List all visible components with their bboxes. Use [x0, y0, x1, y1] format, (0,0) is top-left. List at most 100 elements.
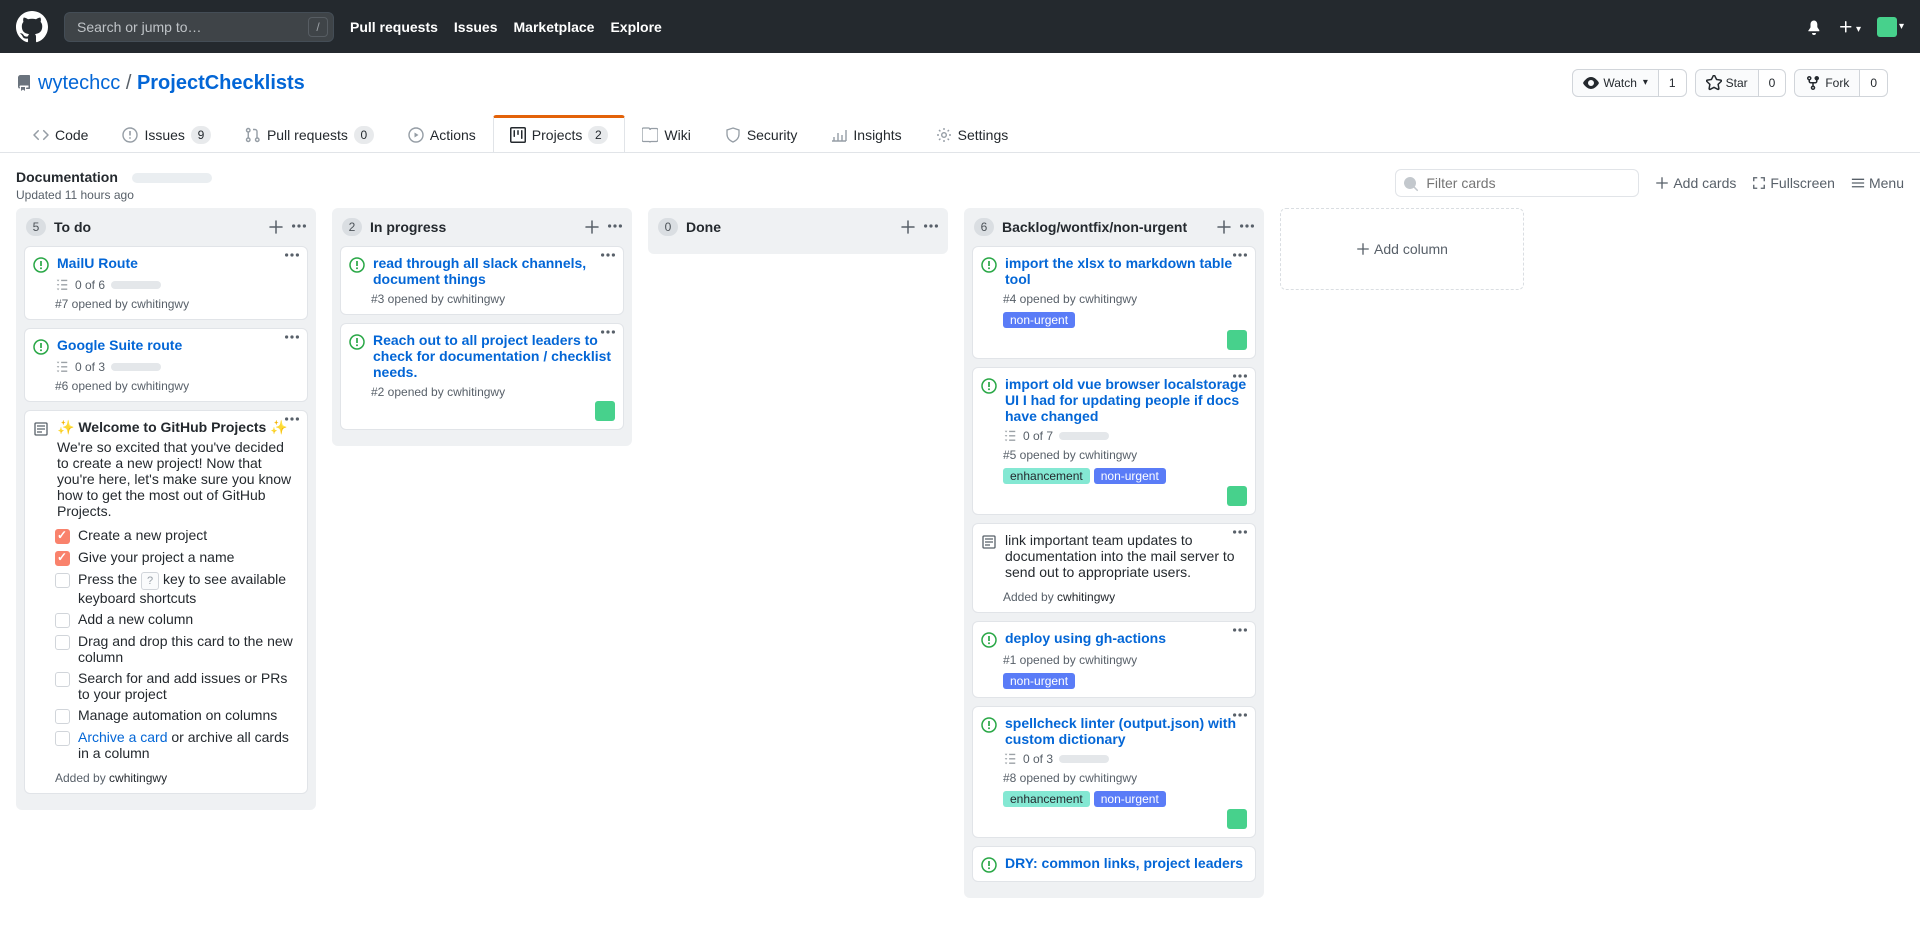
label-non-urgent[interactable]: non-urgent [1003, 673, 1075, 689]
nav-pull-requests[interactable]: Pull requests [350, 19, 438, 35]
gear-icon [936, 127, 952, 143]
tab-settings[interactable]: Settings [919, 115, 1026, 152]
label-non-urgent[interactable]: non-urgent [1094, 468, 1166, 484]
card-menu[interactable] [285, 417, 299, 421]
card-title[interactable]: DRY: common links, project leaders [1005, 855, 1243, 871]
nav-explore[interactable]: Explore [610, 19, 661, 35]
search-input[interactable] [64, 12, 334, 42]
card-issue[interactable]: read through all slack channels, documen… [340, 246, 624, 315]
checkbox-icon[interactable] [55, 731, 70, 746]
nav-issues[interactable]: Issues [454, 19, 498, 35]
label-enhancement[interactable]: enhancement [1003, 468, 1090, 484]
card-menu[interactable] [601, 253, 615, 257]
issue-open-icon [981, 257, 997, 273]
global-nav: Pull requests Issues Marketplace Explore [350, 19, 662, 35]
project-icon [510, 127, 526, 143]
column-menu[interactable] [608, 219, 622, 235]
column-menu[interactable] [292, 219, 306, 235]
checklist-item: Manage automation on columns [55, 707, 299, 724]
watch-button[interactable]: Watch▾ [1572, 69, 1659, 97]
add-cards-button[interactable]: Add cards [1655, 175, 1736, 191]
card-menu[interactable] [285, 335, 299, 339]
assignee-avatar[interactable] [1227, 809, 1247, 829]
plus-icon [1216, 219, 1232, 235]
github-logo[interactable] [16, 11, 48, 43]
column-menu[interactable] [1240, 219, 1254, 235]
assignee-avatar[interactable] [595, 401, 615, 421]
fullscreen-button[interactable]: Fullscreen [1752, 175, 1835, 191]
card-issue[interactable]: DRY: common links, project leaders [972, 846, 1256, 882]
checkbox-checked-icon[interactable] [55, 551, 70, 566]
fork-count[interactable]: 0 [1860, 69, 1888, 97]
filter-cards-input[interactable] [1395, 169, 1639, 197]
card-title[interactable]: Google Suite route [57, 337, 182, 353]
card-issue[interactable]: Reach out to all project leaders to chec… [340, 323, 624, 430]
menu-button[interactable]: Menu [1851, 175, 1904, 191]
tab-code[interactable]: Code [16, 115, 105, 152]
card-note-welcome[interactable]: ✨ Welcome to GitHub Projects ✨ We're so … [24, 410, 308, 794]
checkbox-icon[interactable] [55, 672, 70, 687]
card-issue[interactable]: spellcheck linter (output.json) with cus… [972, 706, 1256, 838]
kebab-icon [1233, 253, 1247, 257]
tab-actions[interactable]: Actions [391, 115, 493, 152]
card-title[interactable]: spellcheck linter (output.json) with cus… [1005, 715, 1247, 747]
label-non-urgent[interactable]: non-urgent [1094, 791, 1166, 807]
card-issue[interactable]: import old vue browser localstorage UI I… [972, 367, 1256, 515]
card-body: link important team updates to documenta… [1005, 532, 1247, 580]
assignee-avatar[interactable] [1227, 330, 1247, 350]
tab-insights[interactable]: Insights [814, 115, 918, 152]
card-title[interactable]: deploy using gh-actions [1005, 630, 1166, 646]
repo-name-link[interactable]: ProjectChecklists [137, 72, 305, 94]
card-menu[interactable] [1233, 530, 1247, 534]
card-issue[interactable]: Google Suite route 0 of 3 #6 opened by c… [24, 328, 308, 402]
star-button[interactable]: Star [1695, 69, 1759, 97]
assignee-avatar[interactable] [1227, 486, 1247, 506]
card-issue[interactable]: MailU Route 0 of 6 #7 opened by cwhiting… [24, 246, 308, 320]
column-add-card[interactable] [584, 219, 600, 235]
fork-button[interactable]: Fork [1794, 69, 1860, 97]
watch-count[interactable]: 1 [1659, 69, 1687, 97]
card-menu[interactable] [1233, 253, 1247, 257]
card-title[interactable]: read through all slack channels, documen… [373, 255, 615, 287]
label-enhancement[interactable]: enhancement [1003, 791, 1090, 807]
tab-security[interactable]: Security [708, 115, 815, 152]
archive-card-link[interactable]: Archive a card [78, 729, 167, 745]
add-column-button[interactable]: Add column [1280, 208, 1524, 290]
tab-projects[interactable]: Projects2 [493, 115, 626, 152]
card-title[interactable]: import the xlsx to markdown table tool [1005, 255, 1247, 287]
card-note[interactable]: link important team updates to documenta… [972, 523, 1256, 613]
column-add-card[interactable] [900, 219, 916, 235]
kebab-icon [1233, 374, 1247, 378]
column-add-card[interactable] [1216, 219, 1232, 235]
card-menu[interactable] [1233, 713, 1247, 717]
card-title[interactable]: import old vue browser localstorage UI I… [1005, 376, 1247, 424]
card-issue[interactable]: deploy using gh-actions #1 opened by cwh… [972, 621, 1256, 698]
tab-pull-requests[interactable]: Pull requests0 [228, 115, 391, 152]
column-add-card[interactable] [268, 219, 284, 235]
notifications-icon[interactable] [1806, 19, 1822, 35]
card-menu[interactable] [1233, 374, 1247, 378]
card-menu[interactable] [601, 330, 615, 334]
checkbox-icon[interactable] [55, 635, 70, 650]
column-title: In progress [370, 219, 446, 235]
star-count[interactable]: 0 [1759, 69, 1787, 97]
checkbox-icon[interactable] [55, 709, 70, 724]
card-title[interactable]: MailU Route [57, 255, 138, 271]
checkbox-icon[interactable] [55, 573, 70, 588]
card-issue[interactable]: import the xlsx to markdown table tool #… [972, 246, 1256, 359]
create-new-dropdown[interactable]: ▾ [1838, 19, 1861, 35]
label-non-urgent[interactable]: non-urgent [1003, 312, 1075, 328]
card-title[interactable]: Reach out to all project leaders to chec… [373, 332, 615, 380]
card-menu[interactable] [1233, 628, 1247, 632]
tab-wiki[interactable]: Wiki [625, 115, 707, 152]
card-menu[interactable] [285, 253, 299, 257]
user-menu[interactable]: ▾ [1877, 17, 1904, 37]
global-header: / Pull requests Issues Marketplace Explo… [0, 0, 1920, 53]
nav-marketplace[interactable]: Marketplace [514, 19, 595, 35]
column-menu[interactable] [924, 219, 938, 235]
checkbox-checked-icon[interactable] [55, 529, 70, 544]
repo-owner-link[interactable]: wytechcc [38, 72, 120, 94]
tab-issues[interactable]: Issues9 [105, 115, 227, 152]
checkbox-icon[interactable] [55, 613, 70, 628]
column-count: 2 [342, 218, 362, 236]
